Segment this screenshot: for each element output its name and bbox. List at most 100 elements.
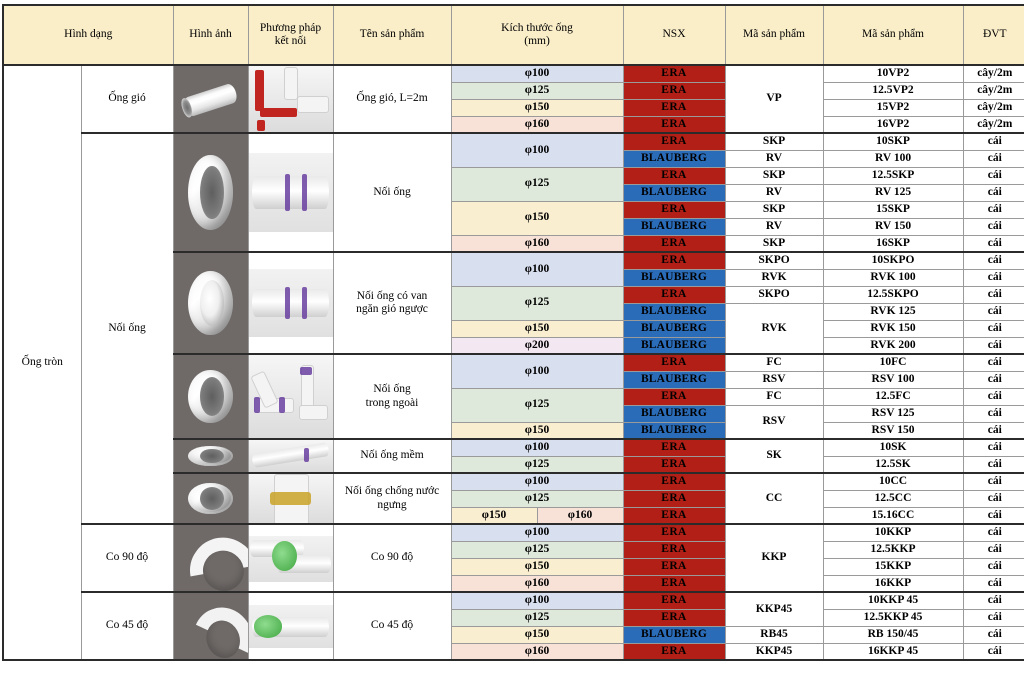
cell-manufacturer: BLAUBERG xyxy=(622,149,726,168)
header-connection-method-line2: kết nối xyxy=(274,35,307,47)
cell-unit: cái xyxy=(962,523,1024,542)
cell-product-code-short: RV xyxy=(724,183,824,202)
cell-manufacturer: ERA xyxy=(622,608,726,627)
cell-product-code-short: RVK xyxy=(724,268,824,287)
cell-manufacturer: BLAUBERG xyxy=(622,625,726,644)
cell-pipe-size: φ200 xyxy=(450,336,624,355)
cell-product-code-full: 10CC xyxy=(822,472,964,491)
table-row: Co 90 độ Co 90 độ φ100 ERA KKP 10KKP cái xyxy=(3,523,1024,593)
cell-pipe-size: φ125 xyxy=(450,387,624,423)
cell-unit: cây/2m xyxy=(962,64,1024,83)
cell-manufacturer: ERA xyxy=(622,540,726,559)
cell-product-image xyxy=(172,472,249,525)
elbow-90-green-joint-icon xyxy=(249,526,333,591)
cell-product-code-short: RSV xyxy=(724,370,824,389)
cell-pipe-size: φ100 xyxy=(450,251,624,287)
cell-connection-image xyxy=(247,64,334,134)
cell-product-code-full: 12.5SKP xyxy=(822,166,964,185)
cell-pipe-size: φ150 xyxy=(450,506,538,525)
cell-product-code-full: RV 150 xyxy=(822,217,964,236)
cell-product-code-short: KKP45 xyxy=(724,591,824,627)
cell-manufacturer: BLAUBERG xyxy=(622,268,726,287)
cell-pipe-size: φ125 xyxy=(450,166,624,202)
cell-unit: cái xyxy=(962,540,1024,559)
cell-product-code-short: RSV xyxy=(724,404,824,440)
cell-product-code-full: 12.5CC xyxy=(822,489,964,508)
cell-shape: Ống tròn xyxy=(2,64,82,661)
cell-manufacturer: ERA xyxy=(622,166,726,185)
cell-pipe-size: φ150 xyxy=(450,421,624,440)
cell-product-code-full: 12.5SK xyxy=(822,455,964,474)
cell-pipe-size: φ160 xyxy=(450,115,624,134)
cell-unit: cái xyxy=(962,183,1024,202)
cell-product-image xyxy=(172,591,249,661)
cell-unit: cái xyxy=(962,234,1024,253)
pipe-network-purple-icon xyxy=(249,356,333,438)
product-name-line2: ngưng xyxy=(377,498,407,511)
cell-product-code-short: SKP xyxy=(724,132,824,151)
cell-unit: cái xyxy=(962,200,1024,219)
cell-product-code-full: 10KKP xyxy=(822,523,964,542)
cell-connection-image xyxy=(247,523,334,593)
cell-product-code-short: KKP45 xyxy=(724,642,824,661)
cell-manufacturer: ERA xyxy=(622,200,726,219)
cell-kind: Nối ống xyxy=(80,132,174,525)
cell-product-image xyxy=(172,251,249,355)
cell-manufacturer: ERA xyxy=(622,506,726,525)
cell-unit: cái xyxy=(962,166,1024,185)
cell-unit: cái xyxy=(962,574,1024,593)
pipe-connector-ring-icon xyxy=(174,135,247,251)
cell-pipe-size: φ125 xyxy=(450,285,624,321)
cell-unit: cái xyxy=(962,132,1024,151)
cell-manufacturer: BLAUBERG xyxy=(622,217,726,236)
pipe-joint-purple-band-icon xyxy=(249,135,333,251)
cell-connection-image xyxy=(247,591,334,661)
cell-product-name: Co 90 độ xyxy=(332,523,452,593)
cell-product-code-full: 12.5KKP xyxy=(822,540,964,559)
cell-manufacturer: ERA xyxy=(622,115,726,134)
product-name-line1: Nối ống xyxy=(373,383,411,396)
cell-product-code-full: RB 150/45 xyxy=(822,625,964,644)
cell-unit: cái xyxy=(962,319,1024,338)
cell-product-name: Nối ống mềm xyxy=(332,438,452,474)
cell-product-code-full: 15VP2 xyxy=(822,98,964,117)
header-pipe-size-line1: Kích thước ống xyxy=(501,21,573,34)
product-specification-table: Hình dạng Hình ảnh Phương pháp kết nối T… xyxy=(2,4,1024,661)
backdraft-damper-ring-icon xyxy=(174,254,247,353)
table-row: Ống tròn Ống gió Ống gió, L=2m φ100 ERA VP 10V… xyxy=(2,64,1024,661)
cell-unit: cái xyxy=(962,336,1024,355)
cell-pipe-size: φ150 xyxy=(450,625,624,644)
condensation-proof-connector-icon xyxy=(174,475,247,523)
cell-unit: cái xyxy=(962,625,1024,644)
cell-pipe-size: φ100 xyxy=(450,472,624,491)
cell-kind: Co 45 độ xyxy=(80,591,174,661)
cell-pipe-size: φ150 xyxy=(450,200,624,236)
cell-product-code-full: 12.5VP2 xyxy=(822,81,964,100)
product-name-line1: Nối ống có van xyxy=(356,289,428,302)
header-image: Hình ảnh xyxy=(172,4,249,66)
cell-product-code-short: RB45 xyxy=(724,625,824,644)
duct-red-connection-icon xyxy=(249,67,333,132)
cell-manufacturer: ERA xyxy=(622,132,726,151)
elbow-45-green-joint-icon xyxy=(249,594,333,659)
header-connection-method: Phương pháp kết nối xyxy=(247,4,334,66)
cell-manufacturer: BLAUBERG xyxy=(622,404,726,423)
flexible-pipe-joint-icon xyxy=(249,441,333,472)
cell-pipe-size: φ150 xyxy=(450,319,624,338)
product-name-line1: Nối ống chống nước xyxy=(344,485,440,498)
cell-unit: cái xyxy=(962,353,1024,372)
cell-product-name: Nối ống trong ngoài xyxy=(332,353,452,440)
cell-pipe-size: φ150 xyxy=(450,98,624,117)
cell-unit: cái xyxy=(962,370,1024,389)
cell-unit: cái xyxy=(962,455,1024,474)
cell-manufacturer: ERA xyxy=(622,523,726,542)
cell-manufacturer: ERA xyxy=(622,64,726,83)
cell-product-code-short: SKPO xyxy=(724,251,824,270)
cell-manufacturer: ERA xyxy=(622,591,726,610)
cell-product-code-full: RV 125 xyxy=(822,183,964,202)
cell-manufacturer: ERA xyxy=(622,438,726,457)
cell-product-code-short: SKP xyxy=(724,200,824,219)
cell-unit: cái xyxy=(962,268,1024,287)
cell-product-code-full: RVK 200 xyxy=(822,336,964,355)
cell-unit: cái xyxy=(962,591,1024,610)
